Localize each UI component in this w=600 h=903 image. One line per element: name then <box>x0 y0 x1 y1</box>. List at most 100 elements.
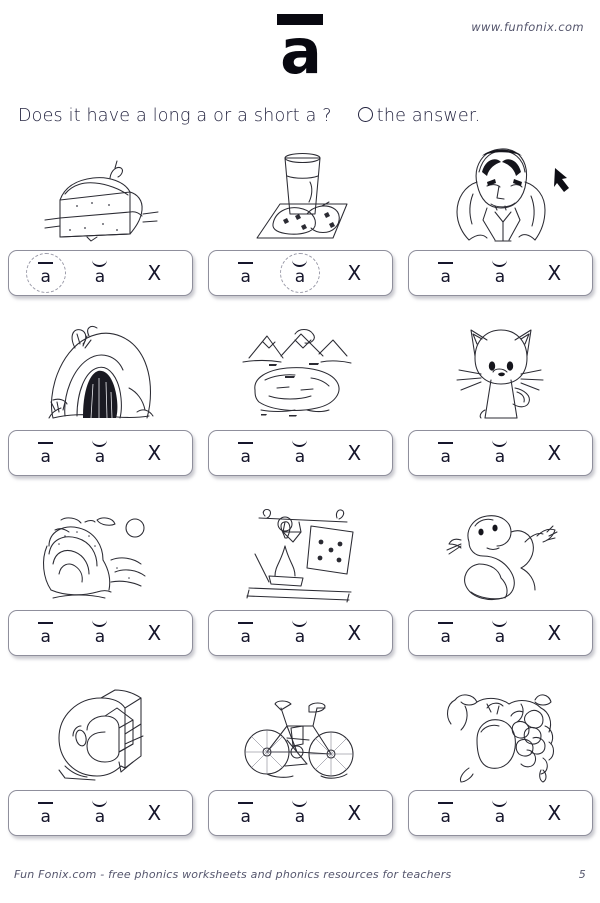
choice-label: a <box>440 807 451 828</box>
choice-label: a <box>440 447 451 468</box>
picture-snake <box>413 498 588 610</box>
answer-box-4[interactable]: a a X <box>7 430 193 476</box>
picture-grapes <box>413 678 588 790</box>
choice-long-a[interactable]: a <box>26 433 66 473</box>
breve-icon <box>92 800 108 807</box>
macron-icon <box>238 621 254 625</box>
problem-row: a a X a a X a a X <box>0 138 600 318</box>
macron-icon <box>438 441 454 445</box>
choice-short-a[interactable]: a <box>280 433 320 473</box>
choice-label: a <box>94 807 106 827</box>
problem-cell-8: a a X <box>200 498 400 678</box>
problem-cell-4: a a X <box>0 318 200 498</box>
choice-label: a <box>494 447 506 467</box>
choice-short-a[interactable]: a <box>480 253 520 293</box>
choice-long-a[interactable]: a <box>25 253 66 293</box>
picture-cave <box>13 318 188 430</box>
problem-cell-6: a a X <box>400 318 600 498</box>
choice-label: a <box>494 267 506 287</box>
choice-long-a[interactable]: a <box>226 253 266 293</box>
answer-box-12[interactable]: a a X <box>407 790 593 836</box>
choice-short-a[interactable]: a <box>80 433 120 473</box>
worksheet-footer: Fun Fonix.com - free phonics worksheets … <box>0 868 600 881</box>
choice-none[interactable]: X <box>534 253 574 293</box>
choice-none[interactable]: X <box>134 613 174 653</box>
picture-lake <box>213 318 388 430</box>
choice-none[interactable]: X <box>334 793 374 833</box>
answer-box-5[interactable]: a a X <box>207 430 393 476</box>
choice-long-a[interactable]: a <box>26 793 66 833</box>
choice-none[interactable]: X <box>134 253 174 293</box>
choice-none[interactable]: X <box>334 613 374 653</box>
choice-none[interactable]: X <box>134 433 174 473</box>
choice-long-a[interactable]: a <box>226 793 266 833</box>
problem-cell-9: a a X <box>400 498 600 678</box>
problem-cell-10: a a X <box>0 678 200 858</box>
macron-icon <box>238 801 254 805</box>
problem-row: a a X a a X a a X <box>0 318 600 498</box>
choice-label: X <box>347 621 362 645</box>
answer-box-10[interactable]: a a X <box>7 790 193 836</box>
answer-box-6[interactable]: a a X <box>407 430 593 476</box>
breve-icon <box>492 800 508 807</box>
page-number: 5 <box>578 868 586 881</box>
choice-label: X <box>147 441 162 465</box>
problem-cell-3: a a X <box>400 138 600 318</box>
macron-icon <box>38 441 54 445</box>
choice-label: X <box>547 801 562 825</box>
choice-long-a[interactable]: a <box>26 613 66 653</box>
problem-cell-5: a a X <box>200 318 400 498</box>
picture-game <box>213 498 388 610</box>
instruction-row: Does it have a long a or a short a ? the… <box>0 106 600 126</box>
instruction-action: the answer. <box>357 106 481 126</box>
choice-none[interactable]: X <box>534 433 574 473</box>
picture-snack <box>213 138 388 250</box>
picture-cake <box>13 138 188 250</box>
choice-label: a <box>94 447 106 467</box>
choice-short-a[interactable]: a <box>279 253 320 293</box>
choice-long-a[interactable]: a <box>426 793 466 833</box>
choice-label: a <box>40 807 51 828</box>
breve-icon <box>92 620 108 627</box>
selection-ring <box>279 253 320 293</box>
choice-label: X <box>147 801 162 825</box>
answer-box-3[interactable]: a a X <box>407 250 593 296</box>
breve-icon <box>92 260 108 267</box>
choice-label: a <box>440 627 451 648</box>
choice-short-a[interactable]: a <box>280 793 320 833</box>
choice-none[interactable]: X <box>134 793 174 833</box>
choice-short-a[interactable]: a <box>80 253 120 293</box>
choice-none[interactable]: X <box>534 613 574 653</box>
answer-box-1[interactable]: a a X <box>7 250 193 296</box>
answer-box-2[interactable]: a a X <box>207 250 393 296</box>
choice-short-a[interactable]: a <box>80 613 120 653</box>
worksheet-header: www.funfonix.com a <box>0 0 600 100</box>
problem-cell-1: a a X <box>0 138 200 318</box>
choice-label: a <box>494 627 506 647</box>
choice-short-a[interactable]: a <box>280 613 320 653</box>
picture-cape <box>413 138 588 250</box>
choice-label: a <box>240 447 251 468</box>
macron-icon <box>238 441 254 445</box>
answer-box-7[interactable]: a a X <box>7 610 193 656</box>
answer-box-11[interactable]: a a X <box>207 790 393 836</box>
choice-long-a[interactable]: a <box>426 253 466 293</box>
choice-label: a <box>440 267 451 288</box>
choice-long-a[interactable]: a <box>226 433 266 473</box>
choice-none[interactable]: X <box>334 253 374 293</box>
choice-none[interactable]: X <box>534 793 574 833</box>
choice-short-a[interactable]: a <box>480 793 520 833</box>
answer-box-9[interactable]: a a X <box>407 610 593 656</box>
choice-label: a <box>240 807 251 828</box>
choice-long-a[interactable]: a <box>226 613 266 653</box>
choice-label: X <box>547 621 562 645</box>
choice-short-a[interactable]: a <box>80 793 120 833</box>
choice-label: a <box>94 267 106 287</box>
choice-short-a[interactable]: a <box>480 433 520 473</box>
answer-box-8[interactable]: a a X <box>207 610 393 656</box>
choice-short-a[interactable]: a <box>480 613 520 653</box>
choice-none[interactable]: X <box>334 433 374 473</box>
selection-ring <box>25 253 66 293</box>
choice-long-a[interactable]: a <box>426 433 466 473</box>
choice-long-a[interactable]: a <box>426 613 466 653</box>
